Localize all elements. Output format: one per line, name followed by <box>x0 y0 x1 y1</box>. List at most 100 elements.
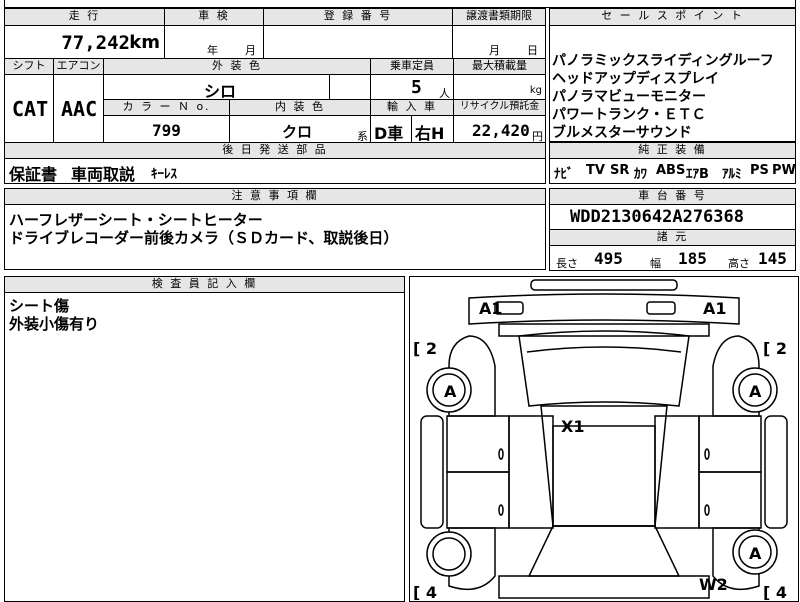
handle-fl <box>498 448 504 460</box>
rear-bumper <box>498 575 710 599</box>
sales-point-item: パノラミックスライディングルーフ <box>552 53 774 69</box>
ext-color-header: 外 装 色 <box>103 58 371 75</box>
equipment-item: ﾅﾋﾞ <box>554 167 574 182</box>
inspector-cell: シート傷 外装小傷有り <box>4 292 405 602</box>
sales-point-item: パワートランク・ＥＴＣ <box>552 107 706 123</box>
sales-points-header: セ ー ル ス ポ イ ン ト <box>549 8 796 26</box>
rocker-left <box>420 415 444 529</box>
inspector-line: 外装小傷有り <box>9 315 100 333</box>
mark-a1-right: A1 <box>703 299 727 318</box>
chassis-cell: WDD2130642A276368 <box>549 204 796 230</box>
width-value: 185 <box>678 249 707 268</box>
car-outline <box>420 279 788 599</box>
equipment-item: ｴｱB <box>686 167 709 182</box>
mileage-unit: km <box>129 32 160 53</box>
import-d-value: D車 <box>374 124 404 143</box>
notes-cell: ハーフレザーシート・シートヒーター ドライブレコーダー前後カメラ（ＳＤカード、取… <box>4 204 546 270</box>
mark-bracket-top-left: [ 2 <box>413 339 437 358</box>
transfer-month-unit: 月 <box>489 44 500 57</box>
top-strip <box>4 0 796 8</box>
equipment-header: 純 正 装 備 <box>549 142 796 159</box>
specs-cell: 長さ 495 幅 185 高さ 145 <box>549 245 796 271</box>
import-header: 輸 入 車 <box>370 99 454 116</box>
door-rear-right <box>698 471 762 529</box>
door-front-left <box>446 415 510 473</box>
ac-cell: AAC <box>53 74 104 143</box>
mark-roof: X1 <box>561 417 584 436</box>
handle-rr <box>704 504 710 516</box>
import-h-cell: 右H <box>411 115 454 143</box>
int-color-cell: クロ 系 <box>229 115 371 143</box>
registration-header: 登 録 番 号 <box>263 8 453 26</box>
chassis-value: WDD2130642A276368 <box>570 207 744 227</box>
shaken-header: 車 検 <box>164 8 264 26</box>
mark-a1-left: A1 <box>479 299 503 318</box>
registration-cell <box>263 25 453 59</box>
equipment-cell: ﾅﾋﾞ TV SR ｶﾜ ABS ｴｱB ｱﾙﾐ PS PW <box>549 158 796 184</box>
equipment-item: PS <box>750 163 769 178</box>
width-label: 幅 <box>650 257 661 270</box>
transfer-header: 譲渡書類期限 <box>452 8 546 26</box>
mark-wheel-front-left: A <box>444 382 457 401</box>
front-section <box>468 293 740 325</box>
equipment-item: ABS <box>656 163 686 178</box>
later-parts-cell: 保証書 車両取説 ｷｰﾚｽ <box>4 158 546 184</box>
mark-wheel-front-right: A <box>749 382 762 401</box>
car-damage-diagram: A1 A1 [ 2 [ 2 [ 4 [ 4 A A A X1 W2 <box>413 279 788 600</box>
specs-header: 諸 元 <box>549 229 796 246</box>
height-label: 高さ <box>728 257 750 270</box>
rocker-right <box>764 415 788 529</box>
handle-fr <box>704 448 710 460</box>
roof <box>540 405 668 527</box>
mileage-cell: 77,242 km <box>4 25 165 59</box>
recycle-value: 22,420 <box>472 121 530 140</box>
later-part-item: 保証書 <box>9 165 58 184</box>
recycle-cell: 22,420 円 <box>453 115 546 143</box>
pillar-left <box>508 415 554 529</box>
shaken-cell: 年 月 <box>164 25 264 59</box>
shift-header: シフト <box>4 58 54 75</box>
import-h-value: 右H <box>415 124 445 143</box>
capacity-header: 乗車定員 <box>370 58 454 75</box>
door-rear-left <box>446 471 510 529</box>
transfer-day-unit: 日 <box>527 44 538 57</box>
transfer-cell: 月 日 <box>452 25 546 59</box>
later-part-item: ｷｰﾚｽ <box>151 167 177 182</box>
later-parts-header: 後 日 発 送 部 品 <box>4 142 546 159</box>
handle-rl <box>498 504 504 516</box>
shift-value: CAT <box>12 97 49 121</box>
equipment-item: PW <box>772 163 796 178</box>
equipment-item: ｶﾜ <box>634 167 647 182</box>
ext-color-sub-cell <box>329 74 371 100</box>
mileage-value: 77,242 <box>61 32 130 54</box>
headlight-right <box>646 301 676 315</box>
sales-points-box: パノラミックスライディングルーフ ヘッドアップディスプレイ パノラマビューモニタ… <box>549 25 796 142</box>
sales-point-item: パノラマビューモニター <box>552 89 706 105</box>
ac-header: エアコン <box>53 58 104 75</box>
capacity-cell: 5 人 <box>370 74 454 100</box>
equipment-item: SR <box>610 163 630 178</box>
mileage-header: 走 行 <box>4 8 165 26</box>
int-color-header: 内 装 色 <box>229 99 371 116</box>
recycle-header: リサイクル預託金 <box>453 99 546 116</box>
mark-bracket-top-right: [ 2 <box>763 339 787 358</box>
shift-cell: CAT <box>4 74 54 143</box>
notes-line: ドライブレコーダー前後カメラ（ＳＤカード、取説後日） <box>9 229 399 247</box>
mark-bracket-bottom-right: [ 4 <box>763 583 787 600</box>
equipment-item: TV <box>586 163 605 178</box>
color-no-cell: 799 <box>103 115 230 143</box>
hood <box>518 330 690 407</box>
equipment-item: ｱﾙﾐ <box>722 167 742 182</box>
shaken-year-unit: 年 <box>207 44 218 57</box>
capacity-value: 5 <box>411 77 422 98</box>
chassis-header: 車 台 番 号 <box>549 188 796 205</box>
height-value: 145 <box>758 249 787 268</box>
import-d-cell: D車 <box>370 115 412 143</box>
int-color-value: クロ <box>282 123 313 141</box>
length-label: 長さ <box>556 257 578 270</box>
ext-color-cell: シロ <box>103 74 330 101</box>
roof-panel <box>552 425 656 527</box>
color-no-value: 799 <box>152 121 181 140</box>
max-load-cell: kg <box>453 74 546 100</box>
notes-header: 注 意 事 項 欄 <box>4 188 546 205</box>
